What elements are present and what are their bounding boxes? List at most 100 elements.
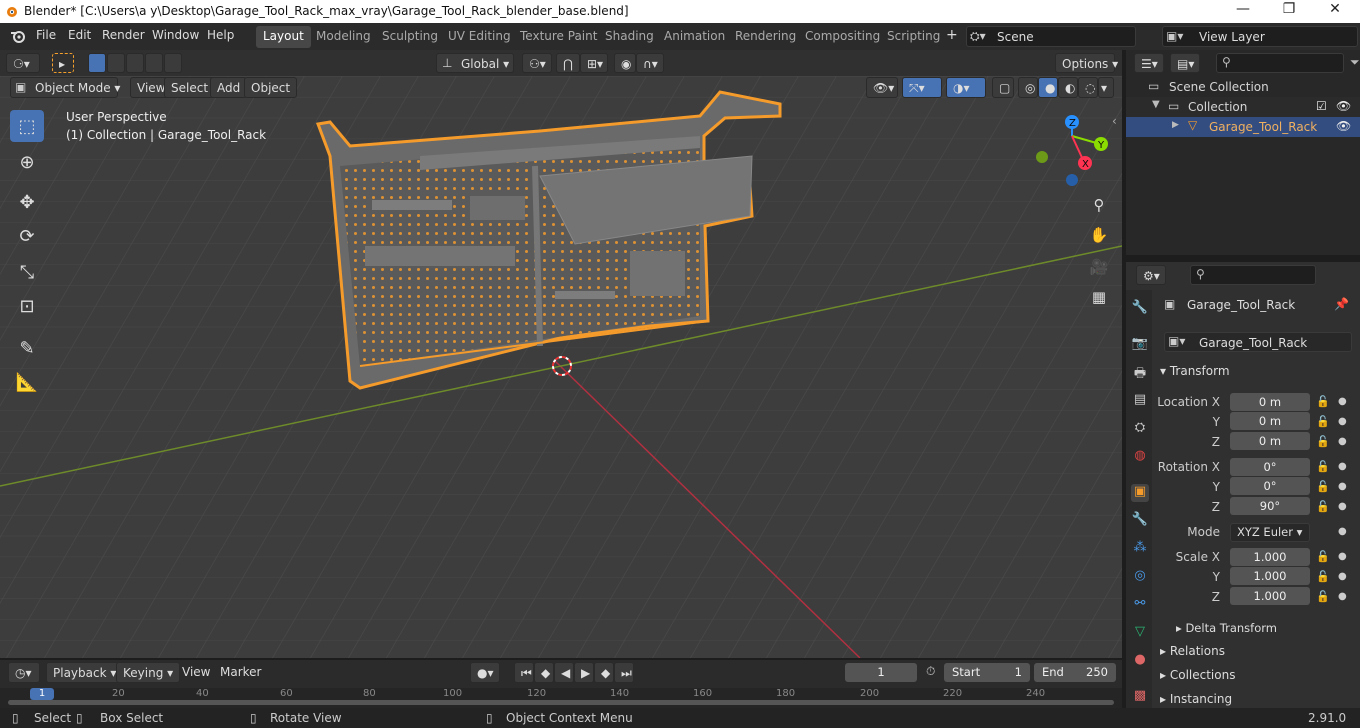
jump-start-icon[interactable]: ⏮	[514, 662, 534, 683]
marker-menu[interactable]: Marker	[214, 662, 267, 683]
rotation-x-field[interactable]: 0°	[1230, 458, 1310, 476]
workspace-tab-layout[interactable]: Layout	[256, 26, 311, 48]
menu-render[interactable]: Render	[102, 28, 145, 42]
object-tab-icon[interactable]: ▣	[1131, 484, 1149, 502]
select-mode-extend-icon[interactable]	[107, 53, 125, 73]
gizmo-toggle-icon[interactable]: ⤧▾	[902, 77, 942, 98]
scale-tool[interactable]: ⤡	[10, 256, 44, 288]
outliner-row-scene-collection[interactable]: ▭ Scene Collection	[1126, 77, 1360, 97]
modifier-tab-icon[interactable]: 🔧	[1131, 512, 1149, 530]
world-tab-icon[interactable]: ◍	[1131, 448, 1149, 466]
add-menu[interactable]: Add	[210, 77, 248, 98]
keyframe-dot-icon[interactable]: ●	[1338, 591, 1347, 602]
outliner-search-input[interactable]	[1216, 53, 1344, 73]
material-tab-icon[interactable]: ●	[1131, 652, 1149, 670]
snap-target-icon[interactable]: ⊞▾	[580, 53, 608, 73]
filter-icon[interactable]: ⏷	[1350, 55, 1360, 70]
relations-panel-header[interactable]: ▸ Relations	[1160, 644, 1225, 658]
keyframe-dot-icon[interactable]: ●	[1338, 396, 1347, 407]
transform-tool[interactable]: ⊡	[10, 290, 44, 322]
rotation-y-field[interactable]: 0°	[1230, 477, 1310, 495]
timer-icon[interactable]: ⏱	[926, 664, 935, 679]
workspace-tab-scripting[interactable]: Scripting	[880, 26, 947, 48]
select-mode-intersect-icon[interactable]	[164, 53, 182, 73]
select-mode-new-icon[interactable]	[88, 53, 106, 73]
sidebar-toggle-icon[interactable]: ‹	[1112, 114, 1117, 128]
lock-icon[interactable]: 🔓	[1316, 500, 1330, 513]
workspace-tab-uv-editing[interactable]: UV Editing	[441, 26, 518, 48]
texture-tab-icon[interactable]: ▩	[1131, 688, 1149, 706]
tool-select-icon[interactable]: ▸	[52, 53, 74, 73]
minimize-button[interactable]: —	[1220, 1, 1266, 22]
current-frame-field[interactable]: 1	[845, 663, 917, 682]
collection-visibility-icon[interactable]: 👁	[1336, 99, 1351, 113]
material-shading-icon[interactable]: ◐	[1058, 77, 1078, 98]
blender-menu-icon[interactable]	[10, 29, 26, 43]
xray-toggle-icon[interactable]: ▢	[992, 77, 1014, 98]
menu-file[interactable]: File	[36, 28, 56, 42]
location-z-field[interactable]: 0 m	[1230, 432, 1310, 450]
view-menu-timeline[interactable]: View	[176, 662, 216, 683]
select-menu[interactable]: Select	[164, 77, 216, 98]
keyframe-dot-icon[interactable]: ●	[1338, 481, 1347, 492]
3d-viewport[interactable]: Z Y X User Perspective (1) Collection | …	[0, 76, 1122, 658]
playhead-frame-badge[interactable]: 1	[30, 688, 54, 700]
keyframe-dot-icon[interactable]: ●	[1338, 551, 1347, 562]
rotation-mode-dropdown[interactable]: XYZ Euler ▾	[1230, 523, 1310, 542]
lock-icon[interactable]: 🔓	[1316, 480, 1330, 493]
record-toggle-icon[interactable]: ●▾	[470, 662, 500, 683]
cursor-tool[interactable]: ⊕	[10, 146, 44, 178]
annotate-tool[interactable]: ✎	[10, 332, 44, 364]
keyframe-dot-icon[interactable]: ●	[1338, 526, 1347, 537]
menu-help[interactable]: Help	[207, 28, 234, 42]
playback-menu[interactable]: Playback ▾	[46, 662, 124, 683]
jump-end-icon[interactable]: ⏭	[614, 662, 634, 683]
workspace-tab-texture-paint[interactable]: Texture Paint	[513, 26, 604, 48]
view-layer-tab-icon[interactable]: ▤	[1131, 392, 1149, 410]
rendered-shading-icon[interactable]: ◌	[1078, 77, 1098, 98]
object-name-field[interactable]: Garage_Tool_Rack	[1164, 332, 1352, 352]
outliner-display-mode-icon[interactable]: ▤▾	[1170, 53, 1200, 73]
keyframe-dot-icon[interactable]: ●	[1338, 461, 1347, 472]
object-menu[interactable]: Object	[244, 77, 298, 98]
outliner-row-object[interactable]: ▶ ▽ Garage_Tool_Rack 👁	[1126, 117, 1360, 137]
timeline-scrollbar[interactable]	[8, 700, 1114, 705]
constraints-tab-icon[interactable]: ⚯	[1131, 596, 1149, 614]
frame-ruler[interactable]: 1 20 40 60 80 100 120 140 160 180 200 22…	[0, 688, 1122, 708]
measure-tool[interactable]: 📐	[10, 366, 44, 398]
lock-icon[interactable]: 🔓	[1316, 550, 1330, 563]
visibility-icon[interactable]: 👁▾	[866, 77, 898, 98]
object-expand-icon[interactable]: ▶	[1172, 120, 1179, 130]
data-tab-icon[interactable]: ▽	[1131, 624, 1149, 642]
end-frame-field[interactable]: End 250	[1034, 663, 1116, 682]
collection-expand-icon[interactable]: ▼	[1152, 99, 1160, 110]
tool-tab-icon[interactable]: 🔧	[1131, 300, 1149, 318]
scene-selector[interactable]: Scene	[966, 26, 1136, 47]
select-mode-invert-icon[interactable]	[145, 53, 163, 73]
scale-y-field[interactable]: 1.000	[1230, 567, 1310, 585]
overlay-toggle-icon[interactable]: ◑▾	[946, 77, 986, 98]
move-tool[interactable]: ✥	[10, 186, 44, 218]
workspace-tab-rendering[interactable]: Rendering	[728, 26, 803, 48]
rotation-z-field[interactable]: 90°	[1230, 497, 1310, 515]
lock-icon[interactable]: 🔓	[1316, 590, 1330, 603]
location-x-field[interactable]: 0 m	[1230, 393, 1310, 411]
scene-tab-icon[interactable]: ⛭	[1131, 420, 1149, 438]
play-icon[interactable]: ▶	[574, 662, 594, 683]
workspace-tab-shading[interactable]: Shading	[598, 26, 661, 48]
physics-tab-icon[interactable]: ◎	[1131, 568, 1149, 586]
pin-icon[interactable]: 📌	[1334, 297, 1349, 311]
workspace-tab-sculpting[interactable]: Sculpting	[375, 26, 445, 48]
editor-type-button[interactable]: ⚆▾	[6, 53, 40, 73]
lock-icon[interactable]: 🔓	[1316, 395, 1330, 408]
menu-edit[interactable]: Edit	[68, 28, 91, 42]
workspace-tab-modeling[interactable]: Modeling	[309, 26, 378, 48]
play-reverse-icon[interactable]: ◀	[554, 662, 574, 683]
falloff-icon[interactable]: ∩▾	[636, 53, 664, 73]
transform-panel-header[interactable]: ▾ Transform	[1160, 364, 1230, 378]
proportional-edit-icon[interactable]: ◉	[614, 53, 636, 73]
rotate-tool[interactable]: ⟳	[10, 220, 44, 252]
keyframe-dot-icon[interactable]: ●	[1338, 501, 1347, 512]
close-button[interactable]: ✕	[1312, 1, 1358, 22]
pivot-point-icon[interactable]: ⚇▾	[522, 53, 552, 73]
